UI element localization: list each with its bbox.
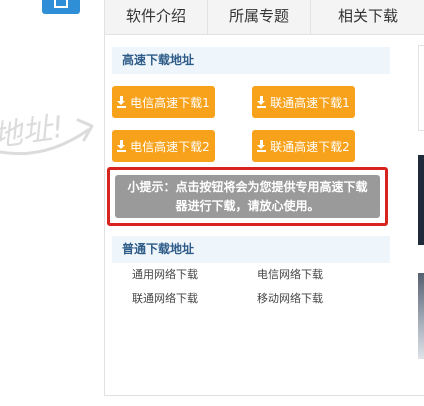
button-label: 联通高速下载1 [270, 95, 350, 110]
telecom-high-speed-download-2-button[interactable]: 电信高速下载2 [112, 130, 215, 162]
button-label: 电信高速下载1 [130, 95, 210, 110]
background-decoration: 地址! [0, 0, 104, 406]
high-speed-section-title: 高速下载地址 [112, 47, 390, 74]
button-label: 电信高速下载2 [130, 139, 210, 154]
handwritten-arrow-decoration: 地址! [0, 110, 94, 156]
tip-line-2: 器进行下载，请放心使用。 [175, 199, 320, 213]
thumbnail-image-dark[interactable] [418, 155, 424, 245]
unicom-network-download-link[interactable]: 联通网络下载 [132, 290, 198, 306]
right-thumbnail-column [418, 35, 424, 396]
thumbnail-image-light[interactable] [418, 273, 424, 359]
tray-icon [54, 0, 68, 8]
thumbnail-frame[interactable] [418, 45, 424, 131]
download-icon [117, 140, 127, 152]
button-label: 联通高速下载2 [270, 139, 350, 154]
unicom-high-speed-download-1-button[interactable]: 联通高速下载1 [252, 86, 355, 118]
tab-software-intro[interactable]: 软件介绍 [105, 0, 208, 35]
tab-topics[interactable]: 所属专题 [208, 0, 311, 35]
download-icon [117, 96, 127, 108]
telecom-high-speed-download-1-button[interactable]: 电信高速下载1 [112, 86, 215, 118]
normal-section-title: 普通下载地址 [112, 236, 390, 263]
mobile-network-download-link[interactable]: 移动网络下载 [257, 290, 323, 306]
telecom-network-download-link[interactable]: 电信网络下载 [257, 266, 323, 282]
tab-bar: 软件介绍 所属专题 相关下载 [105, 0, 424, 35]
tip-line-1: 小提示：点击按钮将会为您提供专用高速下载 [127, 180, 368, 194]
tab-related-downloads[interactable]: 相关下载 [311, 0, 424, 35]
top-icon-button[interactable] [42, 0, 80, 14]
tip-box: 小提示：点击按钮将会为您提供专用高速下载 器进行下载，请放心使用。 [115, 175, 380, 218]
general-network-download-link[interactable]: 通用网络下载 [132, 266, 198, 282]
download-icon [257, 96, 267, 108]
download-icon [257, 140, 267, 152]
tip-highlight-frame: 小提示：点击按钮将会为您提供专用高速下载 器进行下载，请放心使用。 [107, 167, 388, 226]
unicom-high-speed-download-2-button[interactable]: 联通高速下载2 [252, 130, 355, 162]
